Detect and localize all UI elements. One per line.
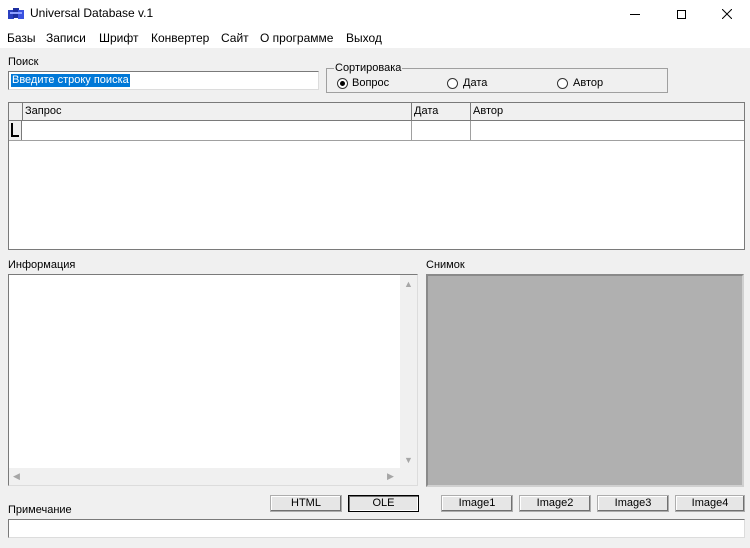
grid-header: Запрос Дата Автор (9, 103, 744, 121)
menu-about[interactable]: О программе (260, 31, 333, 45)
image4-button[interactable]: Image4 (675, 495, 745, 512)
cell-date[interactable] (412, 121, 471, 140)
column-header-query[interactable]: Запрос (23, 103, 412, 120)
sort-radio-question[interactable] (337, 78, 348, 89)
scroll-down-icon[interactable]: ▼ (404, 456, 413, 465)
scroll-right-icon[interactable]: ▶ (387, 472, 394, 481)
menu-converter[interactable]: Конвертер (151, 31, 209, 45)
info-label: Информация (8, 259, 76, 271)
window-title: Universal Database v.1 (30, 6, 154, 20)
image2-button[interactable]: Image2 (519, 495, 591, 512)
sort-label-date[interactable]: Дата (463, 77, 487, 89)
cell-query[interactable] (22, 121, 412, 140)
snapshot-image-panel[interactable] (426, 274, 744, 487)
column-header-date[interactable]: Дата (412, 103, 471, 120)
sort-radio-date[interactable] (447, 78, 458, 89)
sort-label-question[interactable]: Вопрос (352, 77, 389, 89)
scroll-up-icon[interactable]: ▲ (404, 280, 413, 289)
menu-font[interactable]: Шрифт (99, 31, 138, 45)
maximize-button[interactable] (658, 0, 704, 28)
menu-bases[interactable]: Базы (7, 31, 36, 45)
sort-legend: Сортировака (334, 62, 403, 74)
close-icon (722, 9, 732, 19)
row-indicator-icon (9, 121, 22, 140)
info-horizontal-scrollbar[interactable]: ◀ ▶ (9, 468, 400, 485)
image1-button[interactable]: Image1 (441, 495, 513, 512)
note-label: Примечание (8, 504, 72, 516)
column-header-author[interactable]: Автор (471, 103, 744, 120)
search-input-value: Введите строку поиска (11, 74, 130, 87)
info-textarea[interactable]: ▲ ▼ ◀ ▶ (8, 274, 418, 486)
search-label: Поиск (8, 56, 39, 68)
records-grid[interactable]: Запрос Дата Автор (8, 102, 745, 250)
menu-records[interactable]: Записи (46, 31, 86, 45)
image3-button[interactable]: Image3 (597, 495, 669, 512)
close-button[interactable] (704, 0, 750, 28)
html-button[interactable]: HTML (270, 495, 342, 512)
maximize-icon (676, 9, 686, 19)
app-window: Universal Database v.1 Базы Записи Шрифт… (0, 0, 750, 548)
cell-author[interactable] (471, 121, 744, 140)
info-vertical-scrollbar[interactable]: ▲ ▼ (400, 275, 417, 469)
menu-site[interactable]: Сайт (221, 31, 249, 45)
scroll-left-icon[interactable]: ◀ (13, 472, 20, 481)
database-app-icon (8, 8, 24, 19)
menu-exit[interactable]: Выход (346, 31, 382, 45)
grid-corner-cell (9, 103, 23, 120)
menu-bar: Базы Записи Шрифт Конвертер Сайт О прогр… (0, 28, 750, 48)
snapshot-label: Снимок (426, 259, 465, 271)
sort-radio-author[interactable] (557, 78, 568, 89)
search-input[interactable]: Введите строку поиска (8, 71, 319, 90)
ole-button[interactable]: OLE (348, 495, 419, 512)
scrollbar-corner (400, 468, 417, 485)
title-bar: Universal Database v.1 (0, 0, 750, 28)
sort-label-author[interactable]: Автор (573, 77, 603, 89)
minimize-button[interactable] (612, 0, 658, 28)
minimize-icon (630, 13, 640, 15)
note-field[interactable] (8, 519, 745, 538)
table-row[interactable] (9, 121, 744, 141)
